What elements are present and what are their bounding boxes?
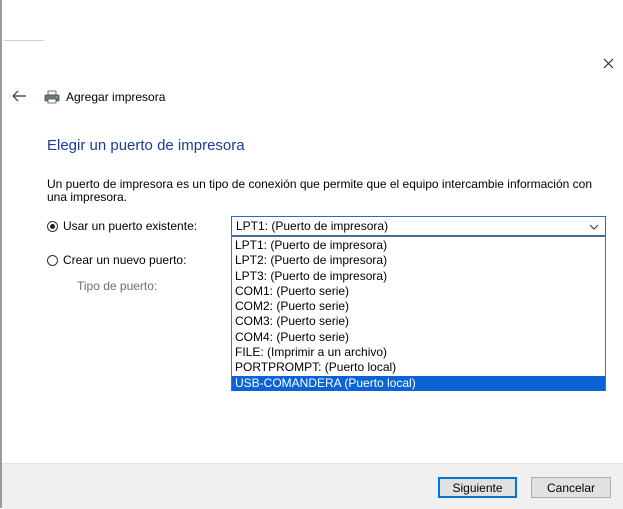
radio-existing-port-control[interactable]: [47, 220, 58, 232]
port-dropdown-list: LPT1: (Puerto de impresora) LPT2: (Puert…: [231, 236, 606, 391]
back-button[interactable]: [11, 88, 29, 104]
port-option[interactable]: LPT2: (Puerto de impresora): [232, 253, 605, 268]
radio-selected-dot: [50, 223, 55, 229]
port-type-label: Tipo de puerto:: [77, 279, 158, 293]
cancel-button[interactable]: Cancelar: [531, 477, 611, 498]
port-option[interactable]: LPT1: (Puerto de impresora): [232, 238, 605, 253]
port-option[interactable]: COM2: (Puerto serie): [232, 299, 605, 314]
port-option[interactable]: FILE: (Imprimir a un archivo): [232, 345, 605, 360]
port-select[interactable]: LPT1: (Puerto de impresora): [231, 216, 606, 236]
next-button[interactable]: Siguiente: [438, 477, 517, 498]
radio-existing-port-label: Usar un puerto existente:: [63, 219, 198, 233]
window-title: Agregar impresora: [66, 90, 166, 104]
radio-new-port-control[interactable]: [47, 254, 58, 266]
chevron-down-icon: [589, 224, 599, 230]
port-option[interactable]: LPT3: (Puerto de impresora): [232, 269, 605, 284]
port-option[interactable]: COM3: (Puerto serie): [232, 314, 605, 329]
window-left-edge: [0, 0, 2, 508]
window-edge-line: [4, 40, 44, 41]
printer-icon: [44, 90, 60, 104]
port-option[interactable]: PORTPROMPT: (Puerto local): [232, 360, 605, 375]
page-description: Un puerto de impresora es un tipo de con…: [47, 177, 592, 204]
footer-bar: [2, 463, 623, 509]
port-option[interactable]: COM4: (Puerto serie): [232, 330, 605, 345]
close-button[interactable]: [598, 53, 618, 73]
back-arrow-icon: [12, 90, 26, 102]
window-title-row: Agregar impresora: [44, 88, 165, 106]
port-option-highlighted[interactable]: USB-COMANDERA (Puerto local): [232, 375, 605, 391]
page-heading: Elegir un puerto de impresora: [47, 137, 245, 154]
port-option[interactable]: COM1: (Puerto serie): [232, 284, 605, 299]
close-icon: [603, 58, 613, 68]
port-select-value: LPT1: (Puerto de impresora): [236, 219, 389, 233]
radio-new-port[interactable]: Crear un nuevo puerto:: [47, 253, 186, 267]
radio-new-port-label: Crear un nuevo puerto:: [63, 253, 187, 267]
radio-existing-port[interactable]: Usar un puerto existente:: [47, 219, 197, 233]
